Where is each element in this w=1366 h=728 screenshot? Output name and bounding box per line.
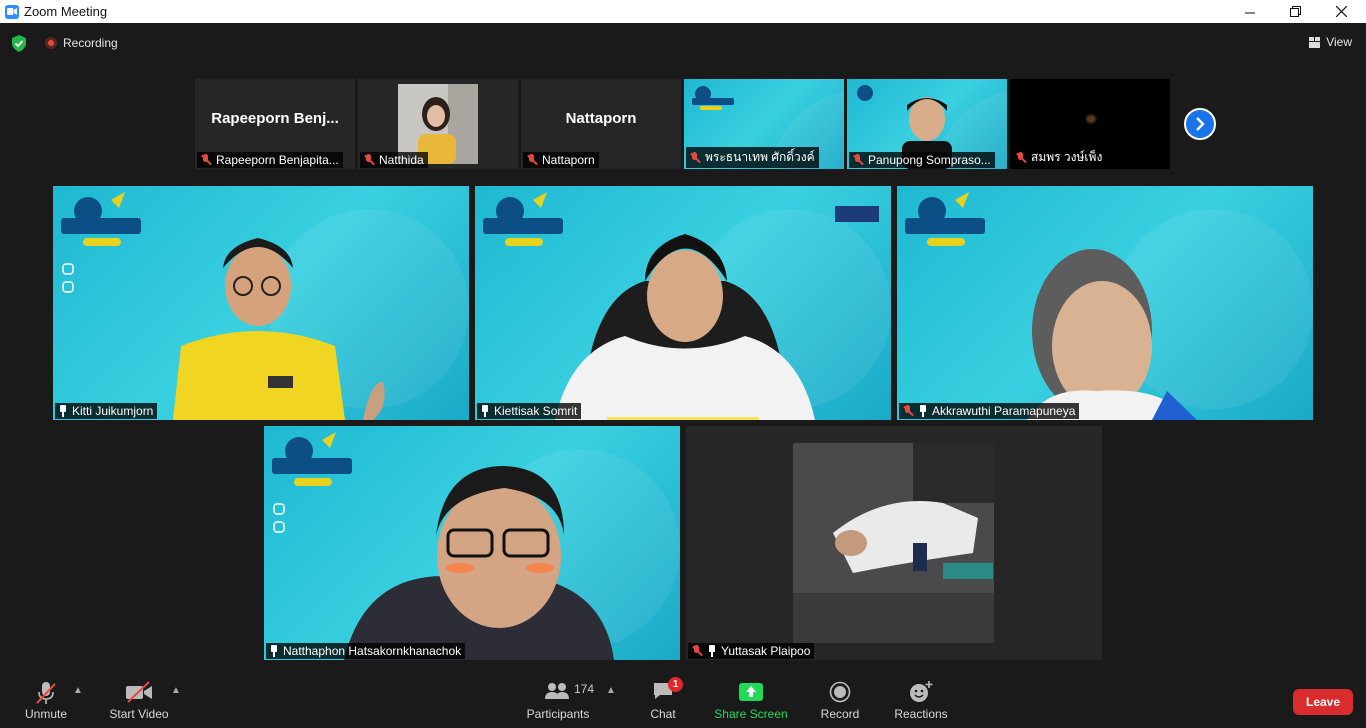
participant-name: Nattaporn — [542, 153, 595, 167]
participant-label: Akkrawuthi Paramapuneya — [899, 403, 1080, 419]
poster-thumbnail — [692, 86, 734, 110]
mic-muted-icon — [526, 154, 538, 166]
participants-options-caret-icon[interactable]: ▲ — [606, 685, 616, 696]
participant-name: Kiettisak Somrit — [494, 404, 578, 418]
chevron-right-icon — [1196, 117, 1205, 131]
participant-name: สมพร วงษ์เพ็ง — [1031, 150, 1103, 164]
participant-video — [483, 192, 879, 420]
meeting-toolbar: Unmute ▲ Start Video ▲ 174 Participants … — [0, 668, 1366, 728]
participant-label: Kitti Juikumjorn — [55, 403, 158, 419]
share-screen-label: Share Screen — [714, 707, 788, 721]
participant-name: Rapeeporn Benjapita... — [216, 153, 339, 167]
participant-label: Rapeeporn Benjapita... — [197, 152, 343, 168]
audio-options-caret-icon[interactable]: ▲ — [73, 685, 83, 696]
recording-label: Recording — [63, 36, 118, 50]
share-screen-icon — [739, 683, 763, 701]
participants-label: Participants — [526, 707, 590, 721]
start-video-label: Start Video — [109, 707, 169, 721]
video-tile[interactable]: Yuttasak Plaipoo — [686, 426, 1102, 660]
record-label: Record — [820, 707, 860, 721]
strip-tile[interactable]: Natthida — [358, 79, 518, 169]
mic-muted-icon — [902, 405, 914, 417]
reaction-smiley-icon — [910, 681, 933, 702]
strip-tile[interactable]: Rapeeporn Benj... Rapeeporn Benjapita... — [195, 79, 355, 169]
window-titlebar: Zoom Meeting — [0, 0, 1366, 23]
chat-label: Chat — [650, 707, 676, 721]
participant-label: Yuttasak Plaipoo — [688, 643, 815, 659]
pin-icon — [58, 405, 68, 417]
recording-dot-icon — [45, 37, 57, 49]
participants-icon — [545, 683, 569, 699]
participant-center-name: Rapeeporn Benj... — [211, 110, 339, 127]
participant-name: Natthida — [379, 153, 424, 167]
strip-tile[interactable]: พระธนาเทพ ศักดิ์วงค์ — [684, 79, 844, 169]
participant-label: Natthida — [360, 152, 428, 168]
participant-label: พระธนาเทพ ศักดิ์วงค์ — [686, 147, 819, 168]
record-button[interactable]: Record — [818, 668, 862, 728]
unmute-button[interactable]: Unmute — [18, 668, 74, 728]
participant-video — [1086, 115, 1096, 123]
close-icon[interactable] — [1318, 0, 1364, 23]
participant-label: Kiettisak Somrit — [477, 403, 582, 419]
mic-muted-icon — [852, 154, 864, 166]
view-label: View — [1326, 35, 1352, 49]
participant-profile-picture — [793, 443, 994, 643]
video-options-caret-icon[interactable]: ▲ — [171, 685, 181, 696]
grid-icon — [1309, 36, 1321, 48]
recording-indicator[interactable]: Recording — [45, 36, 118, 50]
reactions-button[interactable]: Reactions — [892, 668, 950, 728]
video-tile[interactable]: Natthaphon Hatsakornkhanachok — [264, 426, 680, 660]
mic-muted-icon — [1015, 151, 1027, 164]
restore-icon[interactable] — [1272, 0, 1318, 23]
participant-video — [905, 192, 1197, 420]
window-title: Zoom Meeting — [24, 4, 108, 19]
pin-icon — [918, 405, 928, 417]
shield-icon[interactable] — [11, 35, 27, 52]
participant-name: Panupong Somprasо... — [868, 153, 991, 167]
strip-tile[interactable]: Panupong Somprasо... — [847, 79, 1007, 169]
participant-video — [61, 192, 385, 420]
mic-muted-icon — [36, 682, 56, 704]
leave-button[interactable]: Leave — [1293, 689, 1353, 715]
next-page-button[interactable] — [1184, 108, 1216, 140]
view-button[interactable]: View — [1309, 35, 1352, 49]
pin-icon — [269, 645, 279, 657]
mic-muted-icon — [691, 645, 703, 657]
participant-label: Natthaphon Hatsakornkhanachok — [266, 643, 466, 659]
participant-name: Natthaphon Hatsakornkhanachok — [283, 644, 462, 658]
participant-count: 174 — [574, 682, 595, 696]
record-icon — [829, 681, 851, 703]
participant-label: Nattaporn — [523, 152, 599, 168]
minimize-icon[interactable] — [1227, 0, 1273, 23]
video-tile[interactable]: Kiettisak Somrit — [475, 186, 891, 420]
chat-unread-badge: 1 — [668, 677, 683, 692]
reactions-label: Reactions — [894, 707, 948, 721]
start-video-button[interactable]: Start Video — [104, 668, 174, 728]
participant-label: สมพร วงษ์เพ็ง — [1012, 147, 1107, 168]
strip-tile[interactable]: Nattaporn Nattaporn — [521, 79, 681, 169]
mic-muted-icon — [200, 154, 212, 166]
strip-tile[interactable]: สมพร วงษ์เพ็ง — [1010, 79, 1170, 169]
participant-label: Panupong Somprasо... — [849, 152, 995, 168]
participant-center-name: Nattaporn — [565, 110, 637, 127]
participant-video — [272, 432, 614, 660]
participant-name: พระธนาเทพ ศักดิ์วงค์ — [705, 150, 815, 164]
participant-name: Akkrawuthi Paramapuneya — [932, 404, 1076, 418]
pin-icon — [707, 645, 717, 657]
participant-name: Yuttasak Plaipoo — [721, 644, 811, 658]
video-tile[interactable]: Kitti Juikumjorn — [53, 186, 469, 420]
mic-muted-icon — [689, 151, 701, 164]
participant-name: Kitti Juikumjorn — [72, 404, 154, 418]
meeting-status-bar: Recording View — [0, 23, 1366, 63]
mic-muted-icon — [363, 154, 375, 166]
pin-icon — [480, 405, 490, 417]
participants-button[interactable]: 174 Participants — [522, 668, 594, 728]
unmute-label: Unmute — [24, 707, 68, 721]
zoom-app-icon — [5, 4, 19, 19]
share-screen-button[interactable]: Share Screen — [712, 668, 790, 728]
camera-off-icon — [126, 681, 152, 703]
active-speaker-indicator — [607, 417, 759, 420]
video-tile[interactable]: Akkrawuthi Paramapuneya — [897, 186, 1313, 420]
